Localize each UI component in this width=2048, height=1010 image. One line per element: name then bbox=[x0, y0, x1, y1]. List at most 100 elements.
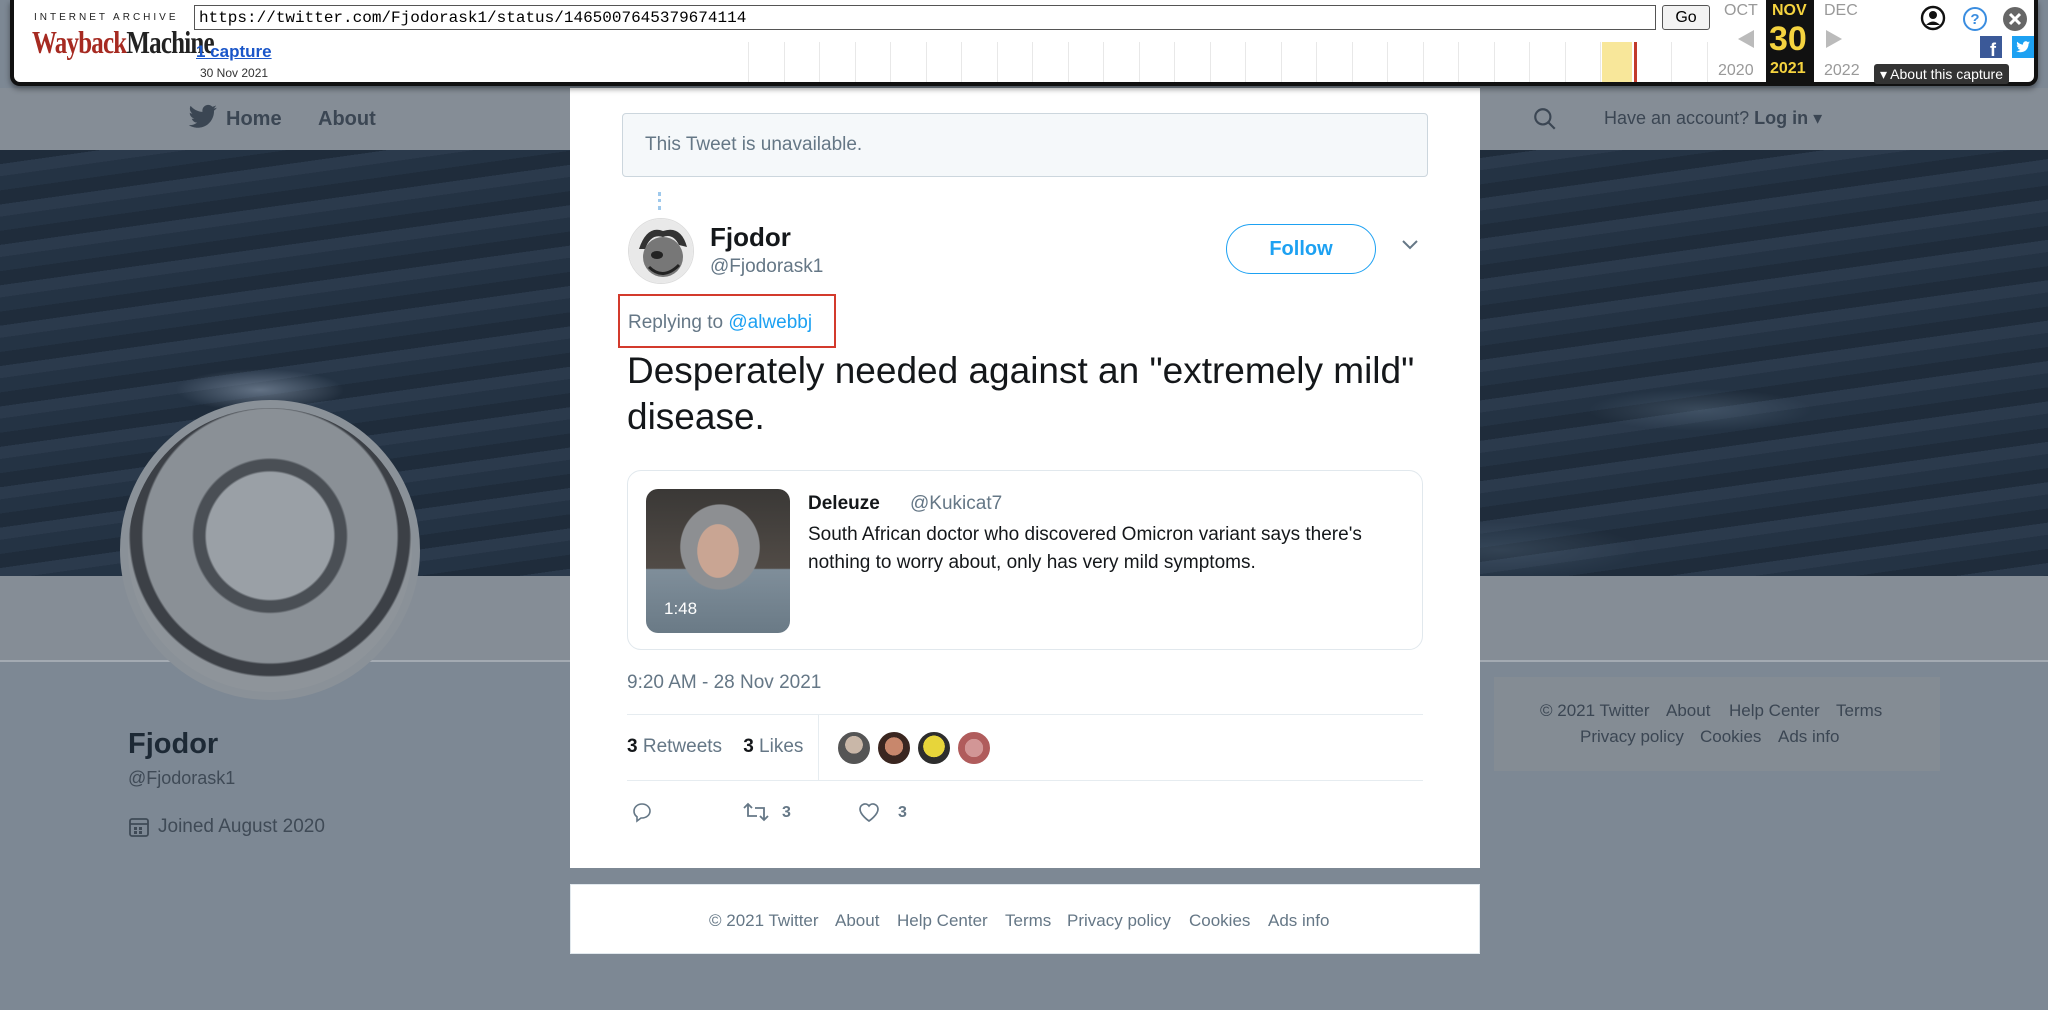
thread-connector bbox=[658, 192, 662, 210]
like-action-count: 3 bbox=[898, 804, 907, 821]
histogram-month-cell[interactable] bbox=[821, 42, 856, 82]
modal-footer: © 2021 Twitter About Help Center Terms P… bbox=[570, 884, 1480, 954]
tweet-stats: 3 Retweets 3 Likes bbox=[627, 736, 803, 758]
liker-avatar[interactable] bbox=[916, 730, 952, 766]
histogram-month-cell[interactable] bbox=[1424, 42, 1459, 82]
nav-home-link[interactable]: Home bbox=[226, 108, 282, 131]
twitter-bird-icon[interactable] bbox=[188, 104, 218, 130]
user-account-icon[interactable] bbox=[1920, 5, 1946, 31]
histogram-month-cell[interactable] bbox=[856, 42, 891, 82]
histogram-month-cell[interactable] bbox=[1176, 42, 1211, 82]
login-link[interactable]: Log in bbox=[1754, 108, 1808, 128]
profile-joined-date: Joined August 2020 bbox=[158, 816, 325, 837]
histogram-month-cell[interactable] bbox=[1566, 42, 1601, 82]
histogram-month-cell[interactable] bbox=[963, 42, 998, 82]
footer-help-link[interactable]: Help Center bbox=[1729, 701, 1820, 721]
histogram-month-cell[interactable] bbox=[1034, 42, 1069, 82]
wayback-next-year[interactable]: 2022 bbox=[1824, 62, 1860, 80]
reply-icon[interactable] bbox=[630, 800, 654, 824]
liker-avatar[interactable] bbox=[876, 730, 912, 766]
histogram-month-cell[interactable] bbox=[1140, 42, 1175, 82]
facebook-icon[interactable]: f bbox=[1980, 36, 2002, 58]
author-avatar[interactable] bbox=[628, 218, 694, 284]
calendar-icon bbox=[129, 818, 149, 837]
heart-icon[interactable] bbox=[856, 800, 882, 824]
jester-avatar-icon bbox=[629, 219, 693, 283]
search-icon[interactable] bbox=[1532, 106, 1558, 132]
footer-ads-link[interactable]: Ads info bbox=[1268, 911, 1329, 931]
replying-to-link[interactable]: @alwebbj bbox=[728, 312, 812, 333]
histogram-month-cell[interactable] bbox=[1460, 42, 1495, 82]
wayback-logo[interactable]: WaybackMachine bbox=[32, 24, 215, 61]
histogram-month-cell[interactable] bbox=[1531, 42, 1566, 82]
next-arrow-icon[interactable] bbox=[1824, 28, 1844, 50]
histogram-month-cell[interactable] bbox=[892, 42, 927, 82]
liker-avatar[interactable] bbox=[836, 730, 872, 766]
follow-button[interactable]: Follow bbox=[1226, 224, 1376, 274]
histogram-month-cell[interactable] bbox=[1353, 42, 1388, 82]
retweet-action-count: 3 bbox=[782, 804, 791, 821]
histogram-month-cell[interactable] bbox=[1247, 42, 1282, 82]
author-name[interactable]: Fjodor bbox=[710, 222, 791, 253]
histogram-month-cell[interactable] bbox=[1105, 42, 1140, 82]
histogram-month-cell[interactable] bbox=[1318, 42, 1353, 82]
footer-about-link[interactable]: About bbox=[1666, 701, 1710, 721]
wayback-go-button[interactable]: Go bbox=[1662, 5, 1710, 30]
histogram-capture-marker[interactable] bbox=[1634, 42, 1637, 82]
profile-avatar[interactable] bbox=[120, 400, 420, 700]
histogram-month-cell[interactable] bbox=[927, 42, 962, 82]
histogram-month-cell[interactable] bbox=[1495, 42, 1530, 82]
histogram-month-cell[interactable] bbox=[1069, 42, 1104, 82]
footer-privacy-link[interactable]: Privacy policy bbox=[1580, 727, 1684, 747]
svg-text:f: f bbox=[1990, 40, 1997, 58]
histogram-month-cell[interactable] bbox=[750, 42, 785, 82]
footer-about-link[interactable]: About bbox=[835, 911, 879, 931]
wayback-next-month[interactable]: DEC bbox=[1824, 2, 1858, 20]
footer-cookies-link[interactable]: Cookies bbox=[1700, 727, 1761, 747]
quoted-video-thumbnail[interactable]: 1:48 bbox=[646, 489, 790, 633]
histogram-month-cell[interactable] bbox=[1282, 42, 1317, 82]
quoted-tweet-card[interactable]: 1:48 Deleuze @Kukicat7 South African doc… bbox=[627, 470, 1423, 650]
histogram-month-cell[interactable] bbox=[1637, 42, 1672, 82]
nav-about-link[interactable]: About bbox=[318, 108, 376, 131]
footer-cookies-link[interactable]: Cookies bbox=[1189, 911, 1250, 931]
tweet-permalink-modal: This Tweet is unavailable. Fjodor @Fjodo… bbox=[570, 88, 1480, 868]
footer-privacy-link[interactable]: Privacy policy bbox=[1067, 911, 1171, 931]
likes-label[interactable]: Likes bbox=[759, 736, 803, 757]
histogram-month-cell[interactable] bbox=[1673, 42, 1708, 82]
prev-arrow-icon[interactable] bbox=[1736, 28, 1756, 50]
wayback-capture-histogram[interactable] bbox=[714, 42, 1710, 82]
histogram-month-cell[interactable] bbox=[1211, 42, 1246, 82]
wayback-url-input[interactable] bbox=[194, 5, 1656, 30]
footer-terms-link[interactable]: Terms bbox=[1005, 911, 1051, 931]
footer-terms-link[interactable]: Terms bbox=[1836, 701, 1882, 721]
likes-count: 3 bbox=[743, 736, 754, 757]
footer-ads-link[interactable]: Ads info bbox=[1778, 727, 1839, 747]
chevron-down-icon[interactable] bbox=[1400, 238, 1420, 252]
quoted-author-name: Deleuze bbox=[808, 493, 880, 514]
close-icon[interactable] bbox=[2002, 6, 2028, 32]
wayback-toolbar: INTERNET ARCHIVE WaybackMachine Go 1 cap… bbox=[10, 0, 2038, 86]
quoted-tweet-text: South African doctor who discovered Omic… bbox=[808, 524, 1362, 573]
histogram-month-cell[interactable] bbox=[714, 42, 749, 82]
wayback-prev-month[interactable]: OCT bbox=[1724, 2, 1758, 20]
tweet-timestamp[interactable]: 9:20 AM - 28 Nov 2021 bbox=[627, 672, 821, 694]
liker-avatar[interactable] bbox=[956, 730, 992, 766]
twitter-share-icon[interactable] bbox=[2012, 36, 2034, 58]
divider bbox=[627, 780, 1423, 781]
unavailable-tweet-notice: This Tweet is unavailable. bbox=[622, 113, 1428, 177]
profile-handle: @Fjodorask1 bbox=[128, 768, 236, 788]
histogram-month-cell[interactable] bbox=[1389, 42, 1424, 82]
account-prompt-text: Have an account? bbox=[1604, 108, 1750, 128]
histogram-month-cell[interactable] bbox=[998, 42, 1033, 82]
footer-help-link[interactable]: Help Center bbox=[897, 911, 988, 931]
help-icon[interactable]: ? bbox=[1962, 6, 1988, 32]
retweet-icon[interactable] bbox=[742, 800, 770, 824]
wayback-captures-link[interactable]: 1 capture bbox=[196, 42, 272, 62]
current-year: 2021 bbox=[1770, 60, 1806, 77]
histogram-month-cell[interactable] bbox=[785, 42, 820, 82]
wayback-prev-year[interactable]: 2020 bbox=[1718, 62, 1754, 80]
about-capture-button[interactable]: ▾ About this capture bbox=[1874, 64, 2010, 84]
retweets-label[interactable]: Retweets bbox=[643, 736, 722, 757]
author-handle[interactable]: @Fjodorask1 bbox=[710, 256, 823, 278]
